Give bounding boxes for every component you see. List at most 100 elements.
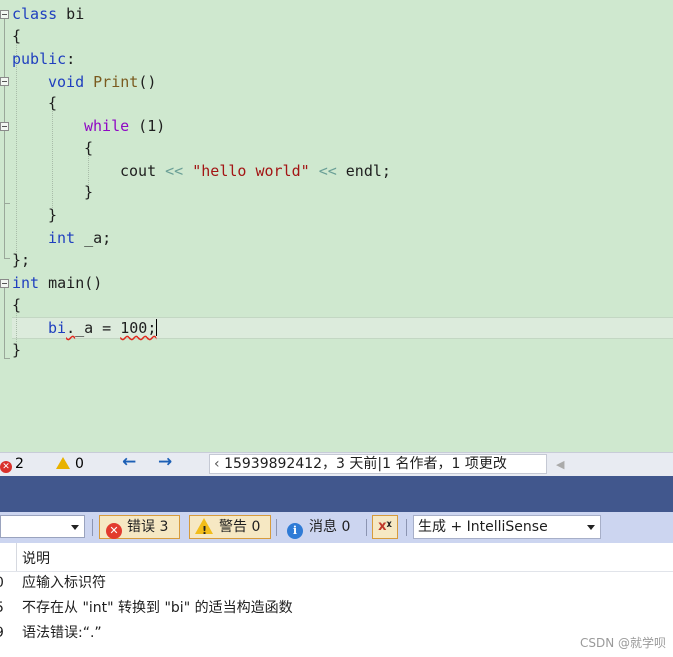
column-divider[interactable] <box>16 543 17 571</box>
error-row[interactable]: 9 语法错误:“.” <box>0 621 673 646</box>
identifier: bi <box>48 319 67 337</box>
string-literal: "hello world" <box>192 162 310 180</box>
error-list-header: 说明 <box>0 543 673 572</box>
code-text: } <box>48 206 58 224</box>
codelens-blame[interactable]: ‹ 15939892412，3 天前|1 名作者，1 项更改 <box>209 454 547 474</box>
function-name: Print <box>93 73 139 91</box>
fold-end <box>4 358 10 359</box>
code-line-1[interactable]: class bi <box>12 3 84 25</box>
keyword: while <box>84 117 130 135</box>
identifier: cout <box>120 162 157 180</box>
errors-filter-label: 错误 3 <box>127 519 169 535</box>
errors-filter-button[interactable]: ✕ 错误 3 <box>99 515 180 539</box>
scope-dropdown[interactable] <box>0 515 85 538</box>
error-code: 9 <box>0 621 10 646</box>
code-text: (1) <box>129 117 166 135</box>
code-editor[interactable]: class bi { public: void Print() { while … <box>0 0 673 452</box>
code-text: endl; <box>345 162 391 180</box>
toolbar-separator <box>276 519 277 536</box>
messages-filter-label: 消息 0 <box>309 519 351 535</box>
fold-main-icon[interactable] <box>0 279 9 288</box>
arrow-left-icon[interactable]: ← <box>122 453 136 471</box>
code-line-12[interactable]: }; <box>12 249 30 271</box>
code-line-5[interactable]: { <box>48 92 57 114</box>
error-row[interactable]: 0 应输入标识符 <box>0 571 673 596</box>
error-list-toolbar: ✕ 错误 3 警告 0 i 消息 0 xᵡ 生成 + IntelliSense <box>0 512 673 543</box>
error-description: 应输入标识符 <box>22 575 106 591</box>
build-source-dropdown[interactable]: 生成 + IntelliSense <box>413 515 601 539</box>
error-list: 说明 0 应输入标识符 5 不存在从 "int" 转换到 "bi" 的适当构造函… <box>0 543 673 657</box>
code-text: : <box>66 50 76 68</box>
code-line-6[interactable]: while (1) <box>84 115 165 137</box>
code-text: main() <box>39 274 103 292</box>
messages-filter-button[interactable]: i 消息 0 <box>280 515 362 539</box>
warnings-filter-button[interactable]: 警告 0 <box>189 515 271 542</box>
warning-icon <box>195 518 213 542</box>
code-text: } <box>12 341 22 359</box>
code-text: { <box>12 27 22 45</box>
toolbar-separator <box>406 519 407 536</box>
fold-end <box>4 203 10 204</box>
code-line-2[interactable]: { <box>12 25 21 47</box>
code-text: { <box>12 296 22 314</box>
operator: << <box>318 162 337 180</box>
error-count[interactable]: ✕ 2 <box>0 455 24 473</box>
keyword: class <box>12 5 58 23</box>
warning-count[interactable]: 0 <box>56 455 84 473</box>
filter-glyph: ᵡ <box>386 519 392 534</box>
keyword: int <box>12 274 40 292</box>
blame-text: 15939892412，3 天前|1 名作者，1 项更改 <box>224 456 507 472</box>
build-source-label: 生成 + IntelliSense <box>418 519 548 535</box>
fold-end <box>4 258 10 259</box>
chevron-down-icon <box>71 525 79 530</box>
info-icon: i <box>287 523 303 539</box>
code-line-7[interactable]: { <box>84 137 93 159</box>
error-code: 5 <box>0 596 10 621</box>
column-header-description[interactable]: 说明 <box>22 548 50 568</box>
fold-line <box>4 288 5 358</box>
code-text: bi <box>57 5 85 23</box>
code-text: _a; <box>75 229 112 247</box>
error-list-title-bar <box>0 476 673 512</box>
arrow-right-icon[interactable]: → <box>158 453 172 471</box>
code-line-11[interactable]: int _a; <box>48 227 111 249</box>
error-code: 0 <box>0 571 10 596</box>
operator: << <box>165 162 184 180</box>
code-text: { <box>84 139 94 157</box>
code-line-14[interactable]: { <box>12 294 21 316</box>
filter-x-glyph: x <box>378 519 387 534</box>
code-line-3[interactable]: public: <box>12 48 75 70</box>
code-line-16[interactable]: } <box>12 339 21 361</box>
error-icon: ✕ <box>0 461 12 473</box>
warning-count-value: 0 <box>75 456 84 472</box>
watermark: CSDN @就学呗 <box>579 636 666 650</box>
toolbar-separator <box>366 519 367 536</box>
code-text: } <box>84 183 94 201</box>
code-text: }; <box>12 251 31 269</box>
error-squiggle[interactable]: 100; <box>120 319 156 337</box>
fold-line <box>4 19 5 259</box>
fold-loop-icon[interactable] <box>0 122 9 131</box>
warnings-filter-label: 警告 0 <box>219 519 261 535</box>
code-line-9[interactable]: } <box>84 181 93 203</box>
warning-icon <box>56 457 70 469</box>
keyword: void <box>48 73 85 91</box>
code-line-13[interactable]: int main() <box>12 272 102 294</box>
scroll-left-icon[interactable]: ◀ <box>556 456 564 474</box>
code-line-10[interactable]: } <box>48 204 57 226</box>
editor-status-strip: ✕ 2 0 ← → ‹ 15939892412，3 天前|1 名作者，1 项更改 … <box>0 452 673 476</box>
indent-guide <box>16 42 17 256</box>
fold-class-icon[interactable] <box>0 10 9 19</box>
code-line-15[interactable]: bi._a = 100; <box>48 317 158 339</box>
error-squiggle[interactable]: . <box>66 319 75 337</box>
toolbar-separator <box>92 519 93 536</box>
chevron-down-icon <box>587 525 595 530</box>
error-row[interactable]: 5 不存在从 "int" 转换到 "bi" 的适当构造函数 <box>0 596 673 621</box>
error-description: 语法错误:“.” <box>22 625 102 641</box>
filter-icon[interactable]: xᵡ <box>372 515 398 539</box>
fold-function-icon[interactable] <box>0 77 9 86</box>
code-line-8[interactable]: cout << "hello world" << endl; <box>120 160 391 182</box>
error-icon: ✕ <box>106 523 122 539</box>
code-text: _a = <box>75 319 121 337</box>
code-line-4[interactable]: void Print() <box>48 71 156 93</box>
